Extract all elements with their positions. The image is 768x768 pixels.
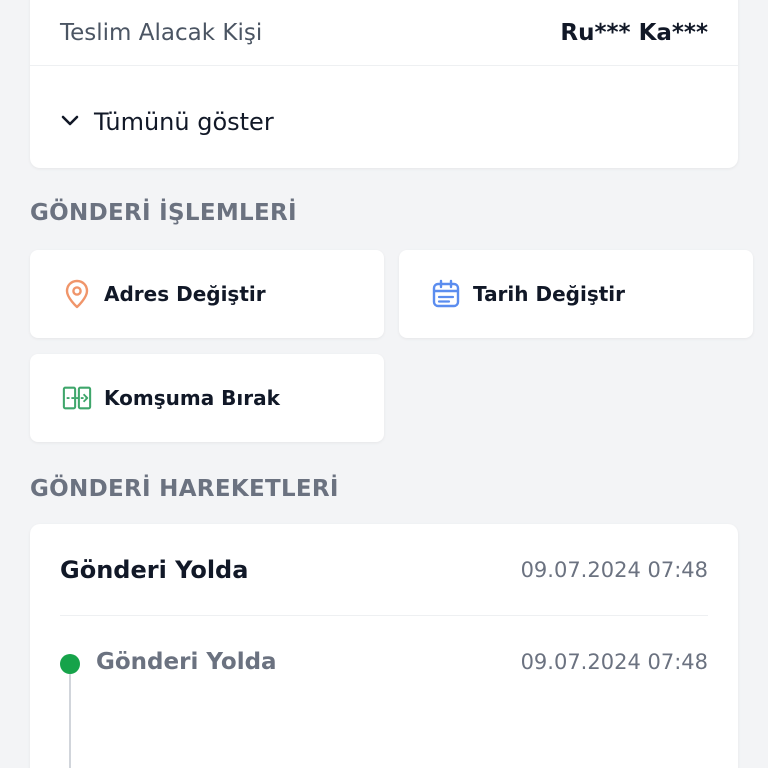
leave-with-neighbor-button[interactable]: Komşuma Bırak bbox=[30, 354, 384, 442]
recipient-value: Ru*** Ka*** bbox=[560, 19, 708, 46]
recipient-row: Teslim Alacak Kişi Ru*** Ka*** bbox=[30, 0, 738, 66]
shipment-movements-card: Gönderi Yolda 09.07.2024 07:48 Gönderi Y… bbox=[30, 524, 738, 768]
location-pin-icon bbox=[62, 279, 92, 309]
movements-header: Gönderi Yolda 09.07.2024 07:48 bbox=[60, 524, 708, 616]
timeline-item-label: Gönderi Yolda bbox=[96, 649, 277, 675]
recipient-label: Teslim Alacak Kişi bbox=[60, 19, 263, 46]
page: Teslim Alacak Kişi Ru*** Ka*** Tümünü gö… bbox=[0, 0, 768, 768]
calendar-icon bbox=[431, 279, 461, 309]
current-status: Gönderi Yolda bbox=[60, 555, 249, 584]
timeline-item: Gönderi Yolda 09.07.2024 07:48 bbox=[60, 642, 708, 682]
show-all-toggle[interactable]: Tümünü göster bbox=[30, 76, 738, 168]
change-address-label: Adres Değiştir bbox=[104, 282, 266, 306]
shipment-info-card: Teslim Alacak Kişi Ru*** Ka*** Tümünü gö… bbox=[30, 0, 738, 168]
change-address-button[interactable]: Adres Değiştir bbox=[30, 250, 384, 338]
change-date-label: Tarih Değiştir bbox=[473, 282, 626, 306]
show-all-label: Tümünü göster bbox=[94, 108, 274, 136]
timeline-line bbox=[69, 674, 71, 768]
leave-with-neighbor-label: Komşuma Bırak bbox=[104, 386, 280, 410]
timeline-item-date: 09.07.2024 07:48 bbox=[520, 650, 708, 674]
change-date-button[interactable]: Tarih Değiştir bbox=[399, 250, 753, 338]
neighbor-handover-icon bbox=[62, 383, 92, 413]
chevron-down-icon bbox=[60, 110, 80, 134]
shipment-movements-title: GÖNDERİ HAREKETLERİ bbox=[30, 476, 339, 502]
shipment-actions-title: GÖNDERİ İŞLEMLERİ bbox=[30, 200, 297, 226]
current-status-date: 09.07.2024 07:48 bbox=[520, 557, 708, 582]
